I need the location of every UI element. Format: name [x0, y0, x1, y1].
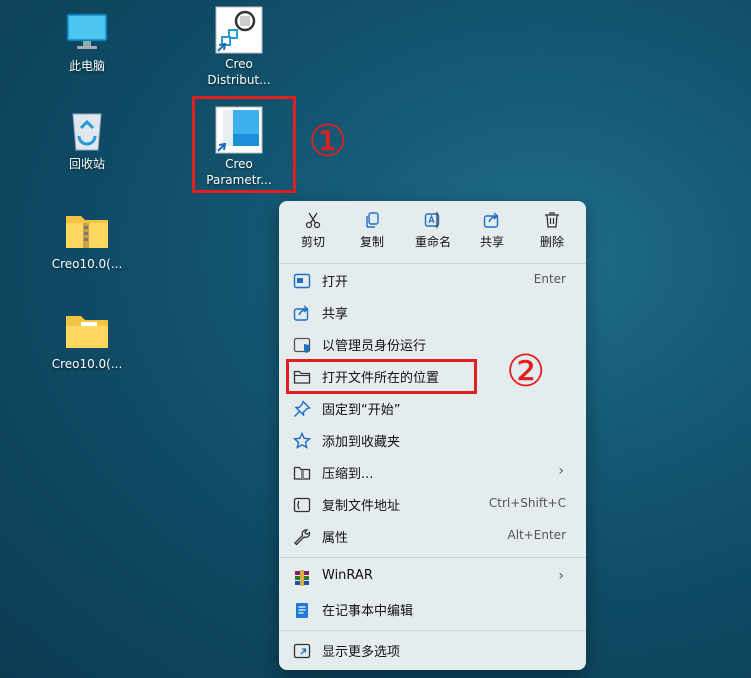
menu-item-label: 以管理员身份运行 — [322, 339, 427, 354]
share-button[interactable]: 共享 — [464, 211, 520, 250]
creo-distributed-icon — [215, 6, 263, 54]
submenu-arrow-icon: › — [558, 568, 564, 584]
delete-button[interactable]: 删除 — [524, 211, 580, 250]
zip-icon — [293, 466, 311, 480]
share-label: 共享 — [479, 235, 504, 249]
cut-button[interactable]: 剪切 — [285, 211, 341, 250]
desktop-icon-label: 此电脑 — [68, 59, 105, 73]
zip-folder-icon — [63, 206, 111, 254]
star-icon — [293, 432, 311, 449]
delete-label: 删除 — [539, 235, 564, 249]
menu-item-winrar[interactable]: WinRAR › — [283, 562, 582, 592]
menu-item-label: 添加到收藏夹 — [322, 435, 401, 450]
menu-separator — [279, 263, 586, 264]
copy-label: 复制 — [359, 235, 384, 249]
monitor-icon — [63, 8, 111, 56]
menu-item-pin-to-start[interactable]: 固定到“开始” — [283, 393, 582, 423]
menu-item-label: 压缩到... — [322, 467, 374, 482]
menu-item-edit-in-notepad[interactable]: 在记事本中编辑 — [283, 594, 582, 624]
menu-item-shortcut: Alt+Enter — [507, 528, 566, 542]
more-options-icon — [293, 643, 311, 659]
share-icon — [483, 212, 499, 228]
desktop-icon-creo-zip-1[interactable]: Creo10.0(... — [44, 206, 130, 272]
rename-icon — [424, 212, 440, 228]
menu-item-properties[interactable]: 属性 Alt+Enter — [283, 521, 582, 551]
desktop-icon-creo-folder-2[interactable]: Creo10.0(... — [44, 306, 130, 372]
menu-separator — [279, 557, 586, 558]
pin-icon — [294, 400, 311, 417]
trash-icon — [545, 212, 559, 228]
folder-icon — [63, 306, 111, 354]
menu-item-compress-to[interactable]: 压缩到... › — [283, 457, 582, 487]
menu-item-shortcut: Enter — [533, 272, 566, 286]
desktop-icon-creo-distributed[interactable]: Creo Distribut... — [196, 6, 282, 88]
cut-label: 剪切 — [300, 235, 325, 249]
desktop-icon-recycle-bin[interactable]: 回收站 — [44, 106, 130, 172]
wrench-icon — [294, 529, 311, 546]
shield-icon — [293, 337, 311, 353]
step-1-marker: ① — [308, 116, 348, 167]
share-icon — [293, 305, 309, 321]
context-menu: 剪切 复制 重命名 共享 删除 打开 Enter 共享 以管理员身份运行 打开文… — [279, 201, 586, 670]
menu-item-label: 显示更多选项 — [322, 645, 401, 660]
menu-item-show-more-options[interactable]: 显示更多选项 — [283, 635, 582, 665]
recycle-bin-icon — [63, 106, 111, 154]
desktop-icon-label: 回收站 — [68, 157, 105, 171]
copy-icon — [366, 212, 379, 228]
menu-item-label: 在记事本中编辑 — [322, 604, 414, 619]
desktop-icon-this-pc[interactable]: 此电脑 — [44, 8, 130, 74]
menu-item-label: 共享 — [322, 307, 349, 322]
menu-item-label: 打开 — [322, 275, 349, 290]
menu-item-shortcut: Ctrl+Shift+C — [488, 496, 566, 510]
menu-item-label: 属性 — [322, 531, 349, 546]
menu-item-copy-file-path[interactable]: 复制文件地址 Ctrl+Shift+C — [283, 489, 582, 519]
highlight-box-creo-parametric — [192, 96, 296, 193]
step-2-marker: ② — [506, 346, 546, 397]
submenu-arrow-icon: › — [558, 463, 564, 479]
menu-item-label: 复制文件地址 — [322, 499, 401, 514]
scissors-icon — [305, 212, 321, 229]
menu-item-add-to-favorites[interactable]: 添加到收藏夹 — [283, 425, 582, 455]
menu-separator — [279, 630, 586, 631]
menu-item-open[interactable]: 打开 Enter — [283, 265, 582, 295]
menu-item-share[interactable]: 共享 — [283, 297, 582, 327]
notepad-icon — [296, 603, 308, 618]
copy-path-icon — [293, 497, 311, 513]
winrar-icon — [295, 570, 309, 586]
quick-actions-row: 剪切 复制 重命名 共享 删除 — [279, 201, 586, 261]
rename-label: 重命名 — [414, 235, 451, 249]
desktop-icon-label: Creo10.0(... — [51, 257, 123, 271]
menu-item-label: WinRAR — [322, 568, 373, 583]
open-icon — [293, 273, 311, 289]
rename-button[interactable]: 重命名 — [405, 211, 461, 250]
highlight-box-open-file-location — [286, 359, 477, 394]
menu-item-label: 固定到“开始” — [322, 403, 401, 418]
copy-button[interactable]: 复制 — [344, 211, 400, 250]
desktop-icon-label: Creo10.0(... — [51, 357, 123, 371]
desktop-icon-label: Creo Distribut... — [207, 57, 271, 87]
